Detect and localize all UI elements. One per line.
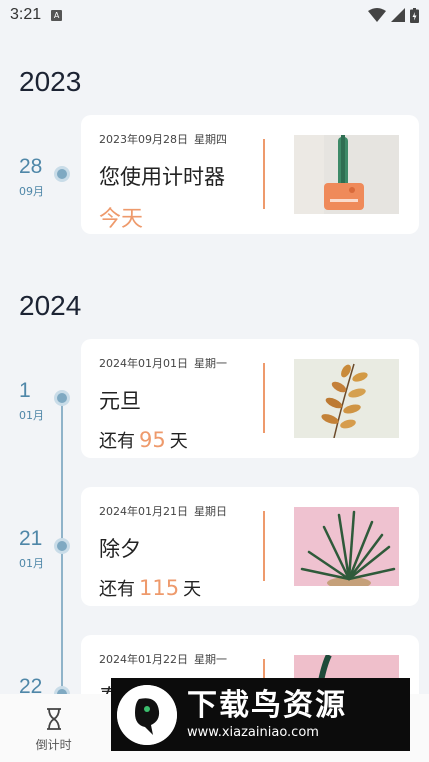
card-divider bbox=[263, 363, 265, 433]
event-date-line: 2023年09月28日 星期四 bbox=[99, 131, 227, 147]
countdown-days: 95 bbox=[139, 428, 166, 452]
event-countdown: 还有 115 天 bbox=[99, 575, 201, 601]
year-heading-2024: 2024 bbox=[19, 290, 82, 321]
countdown-suffix: 天 bbox=[183, 579, 202, 600]
signal-icon bbox=[391, 8, 405, 22]
event-date: 2023年09月28日 bbox=[99, 133, 188, 146]
battery-charging-icon bbox=[410, 7, 419, 23]
card-divider bbox=[263, 511, 265, 581]
today-label: 今天 bbox=[99, 207, 144, 232]
status-time: 3:21 bbox=[10, 6, 42, 23]
countdown-days: 115 bbox=[139, 576, 180, 600]
event-date: 2024年01月21日 bbox=[99, 505, 188, 518]
event-date-line: 2024年01月22日 星期一 bbox=[99, 651, 227, 667]
event-day: 28 bbox=[19, 155, 43, 178]
card-divider bbox=[263, 139, 265, 209]
event-card-new-years-eve[interactable]: 2024年01月21日 星期日 除夕 还有 115 天 bbox=[81, 487, 419, 606]
event-weekday: 星期一 bbox=[194, 653, 227, 666]
event-month: 01月 bbox=[19, 409, 44, 422]
event-month: 09月 bbox=[19, 185, 44, 198]
event-date: 2024年01月01日 bbox=[99, 357, 188, 370]
event-weekday: 星期四 bbox=[194, 133, 227, 146]
watermark-banner: 下载鸟资源 www.xiazainiao.com bbox=[111, 678, 410, 751]
timeline-dot bbox=[54, 390, 70, 406]
nav-countdown-label: 倒计时 bbox=[35, 738, 72, 752]
event-date-line: 2024年01月21日 星期日 bbox=[99, 503, 227, 519]
event-title: 元旦 bbox=[99, 389, 141, 413]
timeline-dot bbox=[54, 538, 70, 554]
countdown-prefix: 还有 bbox=[99, 431, 135, 452]
event-date: 2024年01月22日 bbox=[99, 653, 188, 666]
watermark-title: 下载鸟资源 bbox=[187, 687, 347, 723]
nav-countdown[interactable]: 倒计时 bbox=[0, 694, 107, 762]
countdown-suffix: 天 bbox=[169, 431, 188, 452]
leaf-branch-photo bbox=[294, 359, 399, 438]
event-title: 您使用计时器 bbox=[99, 165, 225, 189]
event-countdown: 还有 95 天 bbox=[99, 427, 188, 453]
countdown-prefix: 还有 bbox=[99, 579, 135, 600]
event-card-first-use[interactable]: 2023年09月28日 星期四 您使用计时器 今天 bbox=[81, 115, 419, 234]
event-card-new-year[interactable]: 2024年01月01日 星期一 元旦 还有 95 天 bbox=[81, 339, 419, 458]
event-title: 除夕 bbox=[99, 537, 141, 561]
notification-a-icon: A bbox=[51, 9, 63, 21]
event-date-line: 2024年01月01日 星期一 bbox=[99, 355, 227, 371]
year-heading-2023: 2023 bbox=[19, 66, 82, 97]
status-icons bbox=[368, 7, 419, 23]
event-weekday: 星期一 bbox=[194, 357, 227, 370]
watermark-url: www.xiazainiao.com bbox=[187, 724, 319, 740]
event-month: 01月 bbox=[19, 557, 44, 570]
event-day: 1 bbox=[19, 379, 31, 402]
bird-logo-icon bbox=[117, 684, 177, 745]
succulent-photo bbox=[294, 507, 399, 586]
event-day: 21 bbox=[19, 527, 43, 550]
hourglass-icon bbox=[46, 708, 61, 730]
status-bar: 3:21 A bbox=[0, 0, 429, 30]
cactus-photo bbox=[294, 135, 399, 214]
watermark-text: 下载鸟资源 www.xiazainiao.com bbox=[187, 688, 347, 742]
timeline-dot bbox=[54, 166, 70, 182]
event-weekday: 星期日 bbox=[194, 505, 227, 518]
wifi-icon bbox=[368, 8, 386, 22]
